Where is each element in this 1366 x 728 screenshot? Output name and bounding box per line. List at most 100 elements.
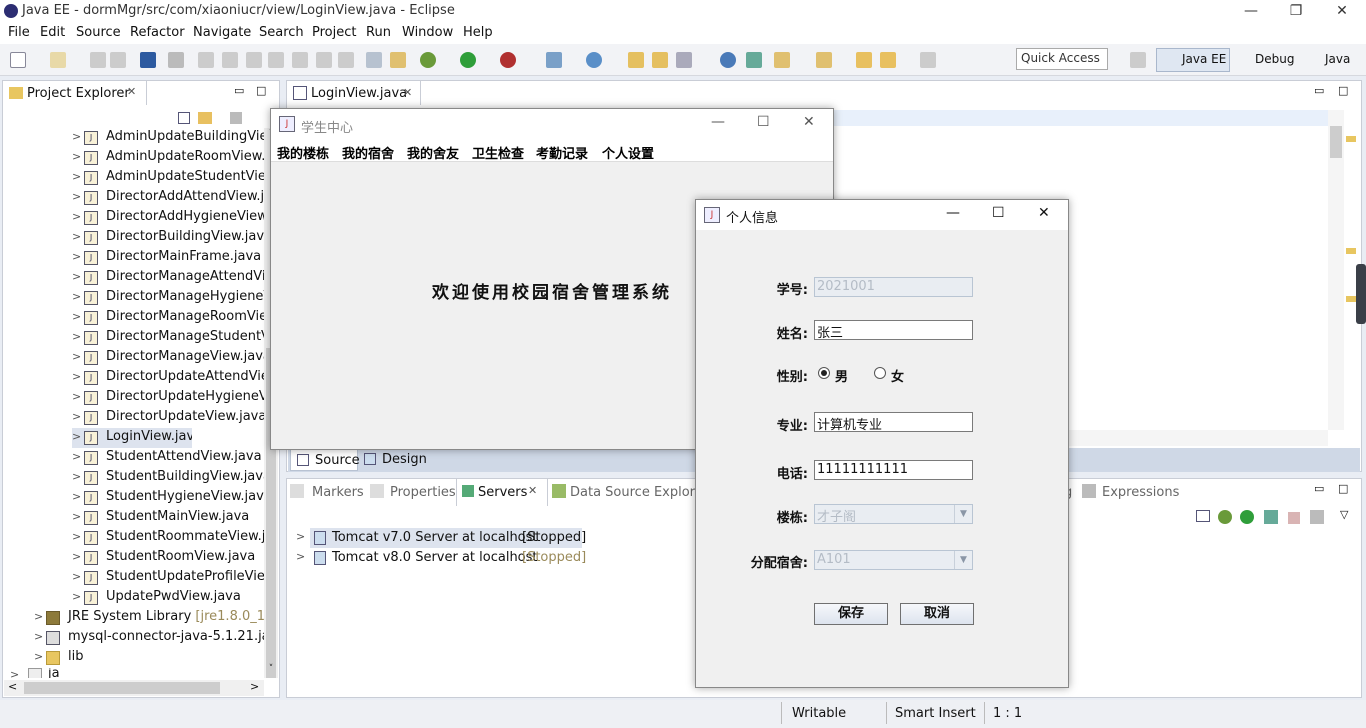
expand-arrow-icon[interactable]: > — [72, 370, 81, 383]
step-return-icon[interactable] — [338, 52, 354, 68]
debug-icon[interactable] — [420, 52, 436, 68]
new-class-icon[interactable] — [586, 52, 602, 68]
prev-annotation-icon[interactable] — [816, 52, 832, 68]
resume-icon[interactable] — [198, 52, 214, 68]
open-perspective-icon[interactable] — [1130, 52, 1146, 68]
tab-servers[interactable]: Servers — [478, 485, 527, 500]
expand-arrow-icon[interactable]: > — [72, 530, 81, 543]
expand-arrow-icon[interactable]: > — [296, 530, 305, 543]
skip-breakpoints-icon[interactable] — [168, 52, 184, 68]
tree-file-item[interactable]: >J AdminUpdateRoomView.java — [72, 148, 264, 168]
expand-arrow-icon[interactable]: > — [72, 570, 81, 583]
scroll-right-icon[interactable]: > — [250, 680, 259, 693]
profile-server-icon[interactable] — [1264, 510, 1278, 524]
close-tab-icon[interactable]: ✕ — [403, 86, 412, 99]
tree-file-item[interactable]: >J DirectorAddHygieneView.java — [72, 208, 264, 228]
tree-file-item[interactable]: >J AdminUpdateStudentView.java — [72, 168, 264, 188]
tab-markers[interactable]: Markers — [312, 485, 364, 500]
menu-refactor[interactable]: Refactor — [130, 25, 185, 40]
edit-icon[interactable] — [676, 52, 692, 68]
disconnect-icon[interactable] — [268, 52, 284, 68]
jre-library-node[interactable]: > JRE System Library [jre1.8.0_191] — [34, 608, 264, 628]
editor-vertical-scrollbar[interactable] — [1328, 110, 1344, 430]
start-server-icon[interactable] — [1240, 510, 1254, 524]
terminal-icon[interactable] — [140, 52, 156, 68]
expand-arrow-icon[interactable]: > — [72, 270, 81, 283]
open-project-icon[interactable] — [652, 52, 668, 68]
expand-arrow-icon[interactable]: > — [34, 630, 43, 643]
restore-icon[interactable]: ❐ — [1281, 1, 1311, 21]
web-browser-icon[interactable] — [720, 52, 736, 68]
open-task-icon[interactable] — [366, 52, 382, 68]
tree-file-item[interactable]: >J StudentUpdateProfileView.java — [72, 568, 264, 588]
collapse-all-icon[interactable] — [178, 112, 190, 124]
tab-source[interactable]: Source — [290, 449, 360, 471]
room-select[interactable]: A101 ▼ — [814, 550, 973, 570]
close-icon[interactable]: ✕ — [1327, 1, 1357, 21]
expand-arrow-icon[interactable]: > — [72, 290, 81, 303]
name-field[interactable]: 张三 — [814, 320, 973, 340]
tree-file-item[interactable]: >J DirectorManageHygieneView.java — [72, 288, 264, 308]
maximize-icon[interactable]: ☐ — [757, 114, 770, 130]
scroll-thumb[interactable] — [1330, 126, 1342, 158]
expand-arrow-icon[interactable]: > — [72, 390, 81, 403]
maximize-icon[interactable]: ☐ — [992, 205, 1005, 221]
explorer-horizontal-scrollbar[interactable]: < > — [4, 680, 264, 696]
menu-file[interactable]: File — [8, 25, 30, 40]
tree-file-item[interactable]: > J StudentMainView.java — [72, 508, 264, 528]
tab-expressions[interactable]: Expressions — [1102, 485, 1179, 500]
menu-window[interactable]: Window — [402, 25, 453, 40]
perspective-debug[interactable]: Debug — [1255, 52, 1294, 66]
tree-file-item[interactable]: >J AdminUpdateBuildingView.java — [72, 128, 264, 148]
mysql-jar-node[interactable]: > mysql-connector-java-5.1.21.jar — [34, 628, 264, 648]
expand-arrow-icon[interactable]: > — [72, 470, 81, 483]
scroll-down-icon[interactable]: ˅ — [264, 664, 278, 678]
tree-file-item[interactable]: >J DirectorManageAttendView.java — [72, 268, 264, 288]
expand-arrow-icon[interactable]: > — [72, 250, 81, 263]
menu-my-building[interactable]: 我的楼栋 — [277, 143, 329, 162]
menu-project[interactable]: Project — [312, 25, 356, 40]
expand-arrow-icon[interactable]: > — [72, 490, 81, 503]
menu-search[interactable]: Search — [259, 25, 304, 40]
expand-arrow-icon[interactable]: > — [34, 610, 43, 623]
save-all-icon[interactable] — [110, 52, 126, 68]
next-annotation-icon[interactable] — [774, 52, 790, 68]
back-icon[interactable] — [880, 52, 896, 68]
tree-file-item[interactable]: > J StudentHygieneView.java — [72, 488, 264, 508]
expand-arrow-icon[interactable]: > — [72, 450, 81, 463]
menu-run[interactable]: Run — [366, 25, 391, 40]
tree-file-item[interactable]: >J LoginView.java — [72, 428, 192, 448]
lib-folder-node[interactable]: > lib — [34, 648, 264, 668]
tab-data-source-explorer[interactable]: Data Source Explorer — [570, 485, 708, 500]
expand-arrow-icon[interactable]: > — [72, 310, 81, 323]
open-type-icon[interactable] — [390, 52, 406, 68]
publish-icon[interactable] — [1310, 510, 1324, 524]
forward-icon[interactable] — [920, 52, 936, 68]
cancel-button[interactable]: 取消 — [900, 603, 974, 625]
minimize-view-icon[interactable]: ▭ — [234, 84, 244, 97]
expand-arrow-icon[interactable]: > — [72, 550, 81, 563]
student-center-title-bar[interactable]: J 学生中心 — ☐ ✕ — [271, 109, 833, 139]
new-icon[interactable] — [10, 52, 26, 68]
tree-file-item[interactable]: >J DirectorUpdateHygieneView.java — [72, 388, 264, 408]
expand-arrow-icon[interactable]: > — [72, 330, 81, 343]
minimize-editor-icon[interactable]: ▭ — [1314, 84, 1324, 97]
personal-info-title-bar[interactable]: J 个人信息 — ☐ ✕ — [696, 200, 1068, 230]
close-icon[interactable]: ✕ — [1038, 205, 1050, 221]
open-folder-icon[interactable] — [628, 52, 644, 68]
scroll-left-icon[interactable]: < — [8, 680, 17, 693]
menu-my-roommates[interactable]: 我的舍友 — [407, 143, 459, 162]
terminate-icon[interactable] — [246, 52, 262, 68]
maximize-editor-icon[interactable]: □ — [1338, 84, 1348, 97]
expand-arrow-icon[interactable]: > — [72, 130, 81, 143]
expand-arrow-icon[interactable]: > — [296, 550, 305, 563]
expand-arrow-icon[interactable]: > — [72, 410, 81, 423]
close-servers-icon[interactable]: ✕ — [528, 484, 537, 497]
tree-file-item[interactable]: >J DirectorUpdateAttendView.java — [72, 368, 264, 388]
chevron-down-icon[interactable]: ▼ — [954, 551, 972, 569]
tree-file-item[interactable]: > J DirectorUpdateView.java — [72, 408, 264, 428]
menu-edit[interactable]: Edit — [40, 25, 65, 40]
perspective-java-ee[interactable]: Java EE — [1182, 52, 1226, 66]
save-icon[interactable] — [90, 52, 106, 68]
perspective-java[interactable]: Java — [1325, 52, 1350, 66]
